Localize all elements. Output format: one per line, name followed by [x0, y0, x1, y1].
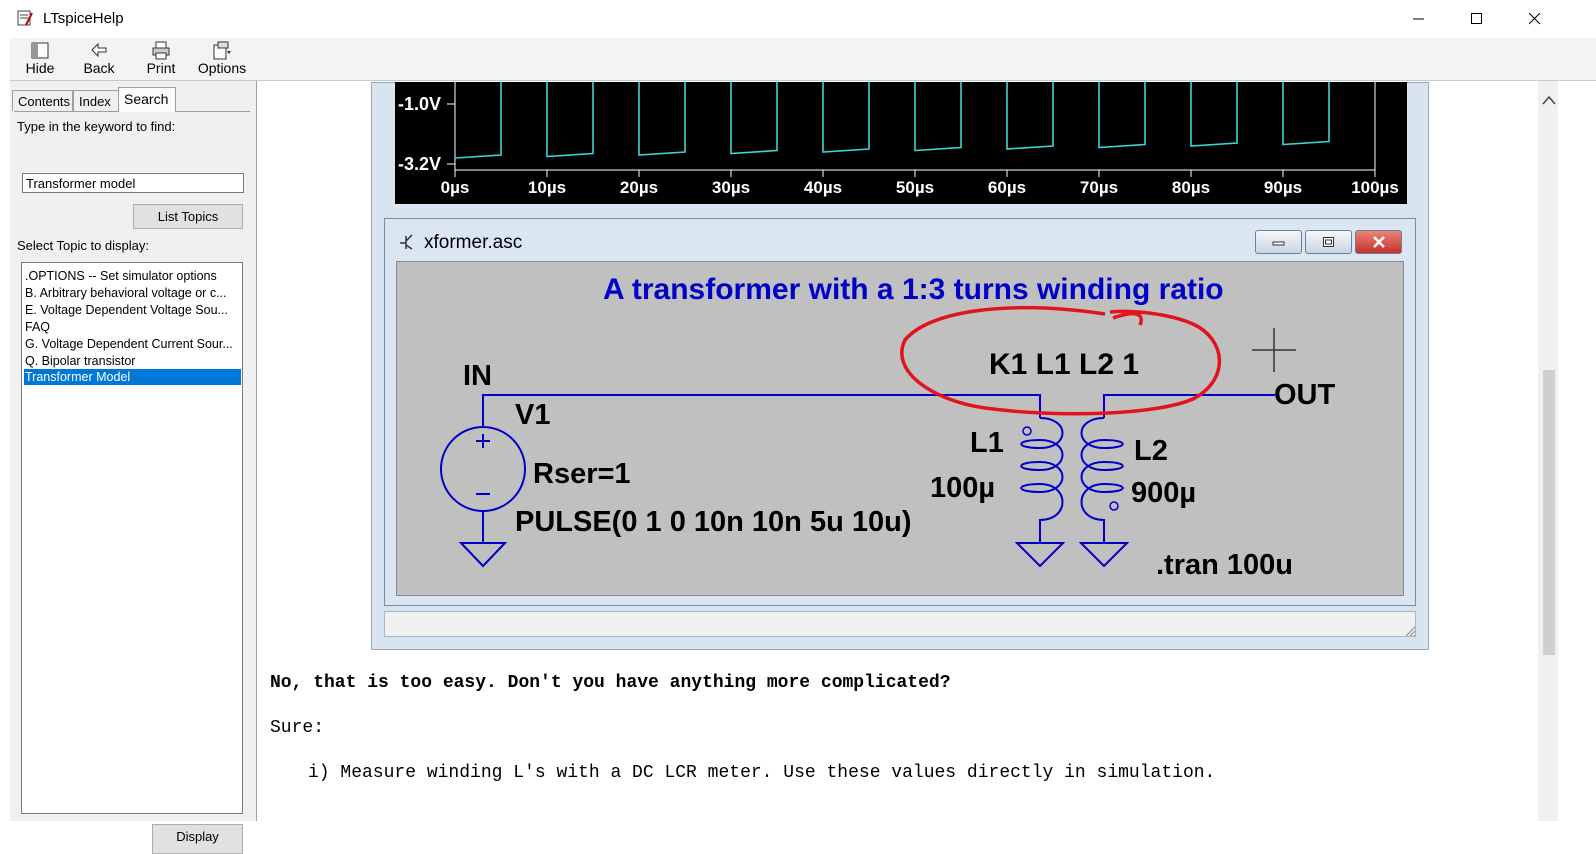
scrollbar-thumb[interactable]: [1543, 370, 1555, 655]
scroll-up-icon[interactable]: [1541, 94, 1557, 106]
faq-question: No, that is too easy. Don't you have any…: [270, 673, 951, 693]
tran-directive: .tran 100u: [1156, 549, 1293, 581]
resize-grip-icon[interactable]: [1404, 625, 1416, 637]
crosshair-icon: [1252, 328, 1296, 372]
net-label-in: IN: [463, 360, 492, 392]
faq-answer: Sure:: [270, 718, 325, 738]
schematic-drawing: [440, 306, 1296, 568]
tab-search[interactable]: Search: [118, 87, 176, 112]
schematic-heading: A transformer with a 1:3 turns winding r…: [603, 273, 1224, 306]
source-rser: Rser=1: [533, 458, 631, 490]
display-button[interactable]: Display: [152, 824, 243, 854]
source-value: PULSE(0 1 0 10n 10n 5u 10u): [515, 506, 912, 538]
l2-value: 900µ: [1131, 477, 1197, 509]
l1-value: 100µ: [930, 472, 996, 504]
net-label-out: OUT: [1274, 379, 1336, 411]
schematic-status-bar: [384, 611, 1416, 637]
coupling-directive: K1 L1 L2 1: [989, 348, 1140, 381]
l2-name: L2: [1134, 435, 1168, 467]
l1-name: L1: [970, 427, 1004, 459]
source-name: V1: [515, 399, 551, 431]
faq-item: i) Measure winding L's with a DC LCR met…: [308, 763, 1216, 783]
